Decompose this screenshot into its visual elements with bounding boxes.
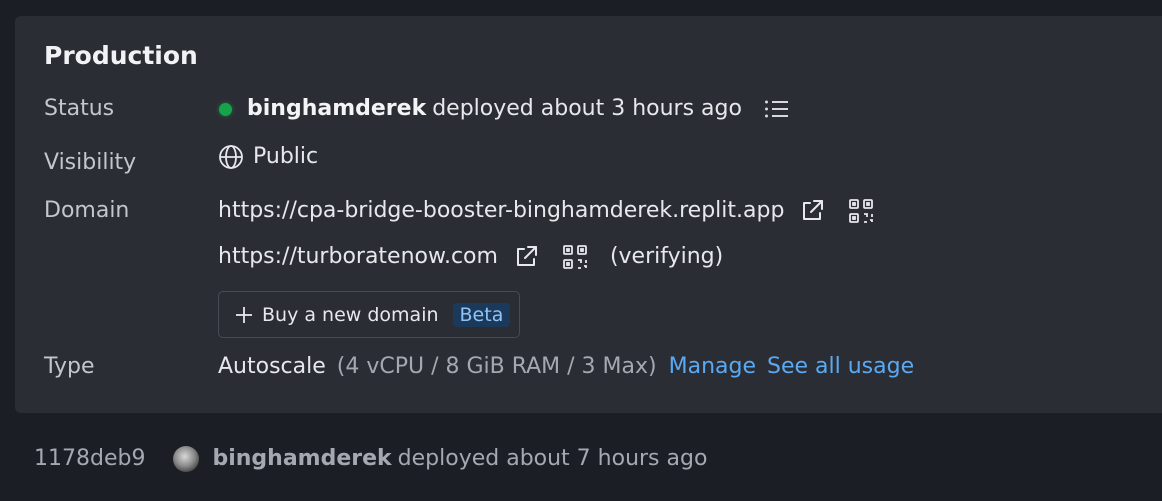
type-row: Autoscale (4 vCPU / 8 GiB RAM / 3 Max) M… <box>218 351 914 383</box>
plus-icon <box>235 306 253 324</box>
deployment-history-row[interactable]: 1178deb9 binghamderek deployed about 7 h… <box>34 443 707 475</box>
commit-hash: 1178deb9 <box>34 446 146 471</box>
type-value: Autoscale <box>218 354 326 379</box>
verifying-status: (verifying) <box>609 244 724 269</box>
beta-badge: Beta <box>452 302 511 327</box>
primary-domain-link[interactable]: https://cpa-bridge-booster-binghamderek.… <box>218 195 784 227</box>
external-link-icon[interactable] <box>513 244 539 270</box>
buy-domain-label: Buy a new domain <box>262 303 439 326</box>
visibility-label: Visibility <box>44 150 137 175</box>
history-text: deployed about 7 hours ago <box>397 446 708 471</box>
see-all-usage-link[interactable]: See all usage <box>767 351 914 383</box>
qr-code-icon[interactable] <box>562 244 588 270</box>
visibility-value: Public <box>253 144 319 169</box>
type-label: Type <box>44 354 95 379</box>
status-user[interactable]: binghamderek <box>247 93 426 125</box>
visibility-row: Public <box>218 141 318 173</box>
page-title: Production <box>44 41 198 70</box>
status-text: deployed about 3 hours ago <box>432 96 742 121</box>
status-dot <box>219 102 232 116</box>
history-user: binghamderek <box>212 446 392 471</box>
custom-domain-link[interactable]: https://turboratenow.com <box>218 241 498 273</box>
avatar <box>173 446 200 472</box>
qr-code-icon[interactable] <box>848 198 874 224</box>
status-label: Status <box>44 96 115 121</box>
globe-icon <box>218 144 244 170</box>
domain-primary-row: https://cpa-bridge-booster-binghamderek.… <box>218 195 874 227</box>
type-spec: (4 vCPU / 8 GiB RAM / 3 Max) <box>336 354 657 379</box>
domain-custom-row: https://turboratenow.com (verifying) <box>218 241 723 273</box>
domain-label: Domain <box>44 198 130 223</box>
buy-domain-button[interactable]: Buy a new domain Beta <box>218 291 520 338</box>
manage-link[interactable]: Manage <box>669 351 756 383</box>
external-link-icon[interactable] <box>799 198 825 224</box>
list-icon[interactable] <box>764 98 790 120</box>
status-row: binghamderek deployed about 3 hours ago <box>218 93 790 125</box>
